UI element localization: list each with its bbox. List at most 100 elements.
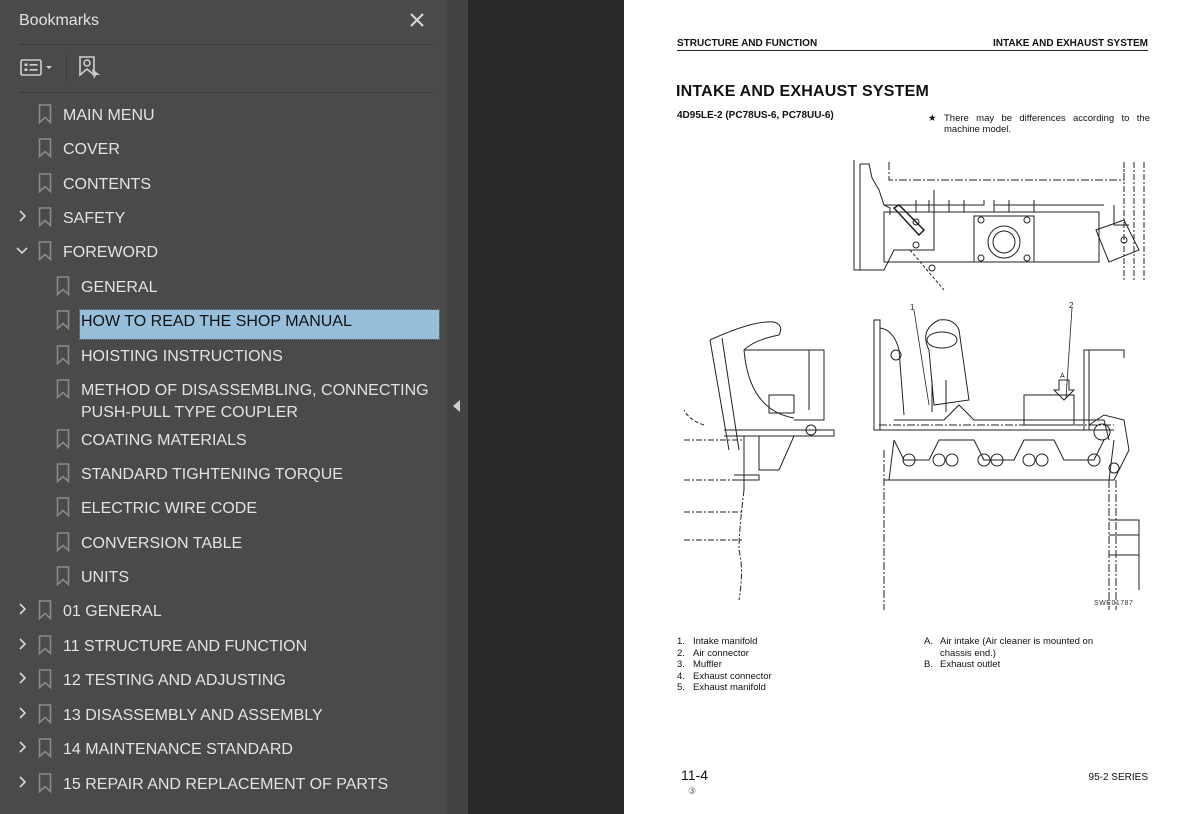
bookmark-label: ELECTRIC WIRE CODE (81, 500, 258, 517)
running-head-right: INTAKE AND EXHAUST SYSTEM (992, 38, 1148, 49)
document-page: STRUCTURE AND FUNCTION INTAKE AND EXHAUS… (624, 0, 1200, 814)
note-text: There may be differences according to th… (944, 113, 1150, 135)
bookmark-item[interactable]: 12 TESTING AND ADJUSTING (0, 663, 440, 693)
close-panel-button[interactable] (407, 10, 427, 30)
bookmark-item[interactable]: HOW TO READ THE SHOP MANUAL (0, 304, 440, 334)
figure-id: SWE01787 (1094, 600, 1134, 607)
callout-1: 1 (910, 303, 915, 312)
bookmark-item[interactable]: 15 REPAIR AND REPLACEMENT OF PARTS (0, 767, 440, 797)
legend-row: 1. Intake manifold (677, 636, 772, 648)
bookmark-item[interactable]: 14 MAINTENANCE STANDARD (0, 732, 440, 762)
legend-row: B. Exhaust outlet (924, 659, 1144, 671)
side-view-right: 1 2 A (873, 301, 1140, 610)
chevron-right-icon[interactable] (15, 209, 29, 223)
bookmark-label: 15 REPAIR AND REPLACEMENT OF PARTS (63, 776, 389, 793)
bookmark-item[interactable]: COATING MATERIALS (0, 423, 440, 453)
collapse-arrow-icon (453, 400, 460, 412)
chevron-right-icon[interactable] (15, 775, 29, 789)
bookmark-item[interactable]: METHOD OF DISASSEMBLING, CONNECTING PUSH-… (0, 373, 440, 421)
bookmarks-toolbar (19, 45, 433, 93)
bookmark-icon (38, 173, 52, 193)
bookmark-label: 13 DISASSEMBLY AND ASSEMBLY (63, 707, 323, 724)
legend-letter: A. (924, 636, 933, 647)
bookmark-label: 01 GENERAL (63, 603, 162, 620)
bookmark-label: CONVERSION TABLE (81, 535, 243, 552)
header-rule (677, 50, 1148, 51)
legend-number: 5. (677, 682, 685, 694)
list-options-icon (20, 59, 52, 76)
bookmark-label: 11 STRUCTURE AND FUNCTION (63, 638, 308, 655)
bookmark-item[interactable]: SAFETY (0, 201, 440, 231)
bookmark-icon (38, 669, 52, 689)
bookmark-label: METHOD OF DISASSEMBLING, CONNECTING (81, 382, 429, 399)
bookmark-label-line2: PUSH-PULL TYPE COUPLER (81, 404, 298, 421)
bookmark-icon (56, 532, 70, 552)
bookmark-icon (56, 345, 70, 365)
bookmark-item[interactable]: UNITS (0, 560, 440, 590)
bookmark-label: 12 TESTING AND ADJUSTING (63, 672, 286, 689)
bookmark-icon (38, 241, 52, 261)
bookmark-label: FOREWORD (63, 244, 159, 261)
bookmark-label: CONTENTS (63, 176, 151, 193)
top-view (853, 160, 1145, 291)
bookmark-item[interactable]: COVER (0, 132, 440, 162)
series-label: 95-2 SERIES (1088, 772, 1148, 783)
bookmark-icon (38, 138, 52, 158)
legend-text: Exhaust connector (693, 670, 772, 682)
bookmark-item[interactable]: STANDARD TIGHTENING TORQUE (0, 457, 440, 487)
chevron-right-icon[interactable] (15, 671, 29, 685)
legend-number: 4. (677, 670, 685, 682)
panel-title: Bookmarks (19, 12, 100, 29)
bookmark-item[interactable]: 13 DISASSEMBLY AND ASSEMBLY (0, 698, 440, 728)
chevron-right-icon[interactable] (15, 740, 29, 754)
revision-mark: ③ (688, 786, 697, 796)
bookmarks-panel: Bookmarks MAIN MENU COVER CONTENTS SAFET… (0, 0, 447, 814)
toolbar-divider (66, 53, 67, 83)
bookmark-label: HOISTING INSTRUCTIONS (81, 348, 283, 365)
bookmark-item[interactable]: 11 STRUCTURE AND FUNCTION (0, 629, 440, 659)
bookmark-icon (56, 310, 70, 330)
star-icon: ★ (928, 113, 937, 124)
chevron-right-icon[interactable] (15, 706, 29, 720)
bookmark-label: GENERAL (81, 279, 158, 296)
bookmark-icon (38, 104, 52, 124)
legend-text-line2: chassis end.) (940, 647, 996, 659)
bookmark-item[interactable]: GENERAL (0, 270, 440, 300)
find-current-bookmark-button[interactable] (77, 53, 103, 83)
bookmark-label: MAIN MENU (63, 107, 155, 124)
bookmark-item[interactable]: ELECTRIC WIRE CODE (0, 491, 440, 521)
bookmark-icon (38, 635, 52, 655)
bookmark-label: SAFETY (63, 210, 126, 227)
bookmark-icon (56, 379, 70, 399)
bookmark-item[interactable]: FOREWORD (0, 235, 440, 265)
bookmark-icon (56, 429, 70, 449)
side-view-left (684, 321, 835, 601)
legend-number: 1. (677, 636, 685, 647)
collapse-panel-handle[interactable] (447, 0, 468, 814)
close-icon (410, 13, 424, 27)
options-menu-button[interactable] (19, 57, 59, 81)
callout-a: A (1060, 373, 1065, 380)
bookmark-label: HOW TO READ THE SHOP MANUAL (81, 313, 352, 330)
chevron-right-icon[interactable] (15, 602, 29, 616)
bookmark-item[interactable]: MAIN MENU (0, 98, 440, 128)
bookmark-item[interactable]: CONTENTS (0, 167, 440, 197)
bookmark-label: COVER (63, 141, 120, 158)
bookmark-item[interactable]: HOISTING INSTRUCTIONS (0, 339, 440, 369)
legend-row: 5. Exhaust manifold (677, 682, 772, 694)
bookmark-item[interactable]: 01 GENERAL (0, 594, 440, 624)
bookmark-item[interactable]: CONVERSION TABLE (0, 526, 440, 556)
legend-text: Muffler (693, 659, 722, 671)
bookmark-label: 14 MAINTENANCE STANDARD (63, 741, 293, 758)
legend-text: Exhaust manifold (693, 682, 766, 694)
legend-letter: B. (924, 659, 933, 671)
legend-text: Air connector (693, 647, 749, 659)
page-number: 11-4 (681, 767, 708, 783)
callout-2: 2 (1069, 301, 1074, 310)
chevron-down-icon[interactable] (15, 243, 29, 257)
chevron-right-icon[interactable] (15, 637, 29, 651)
legend-row: A. Air intake (Air cleaner is mounted on c… (924, 636, 1144, 659)
bookmark-label: COATING MATERIALS (81, 432, 247, 449)
note: ★ There may be differences according to … (928, 113, 1150, 135)
legend-row: 2. Air connector (677, 648, 772, 660)
